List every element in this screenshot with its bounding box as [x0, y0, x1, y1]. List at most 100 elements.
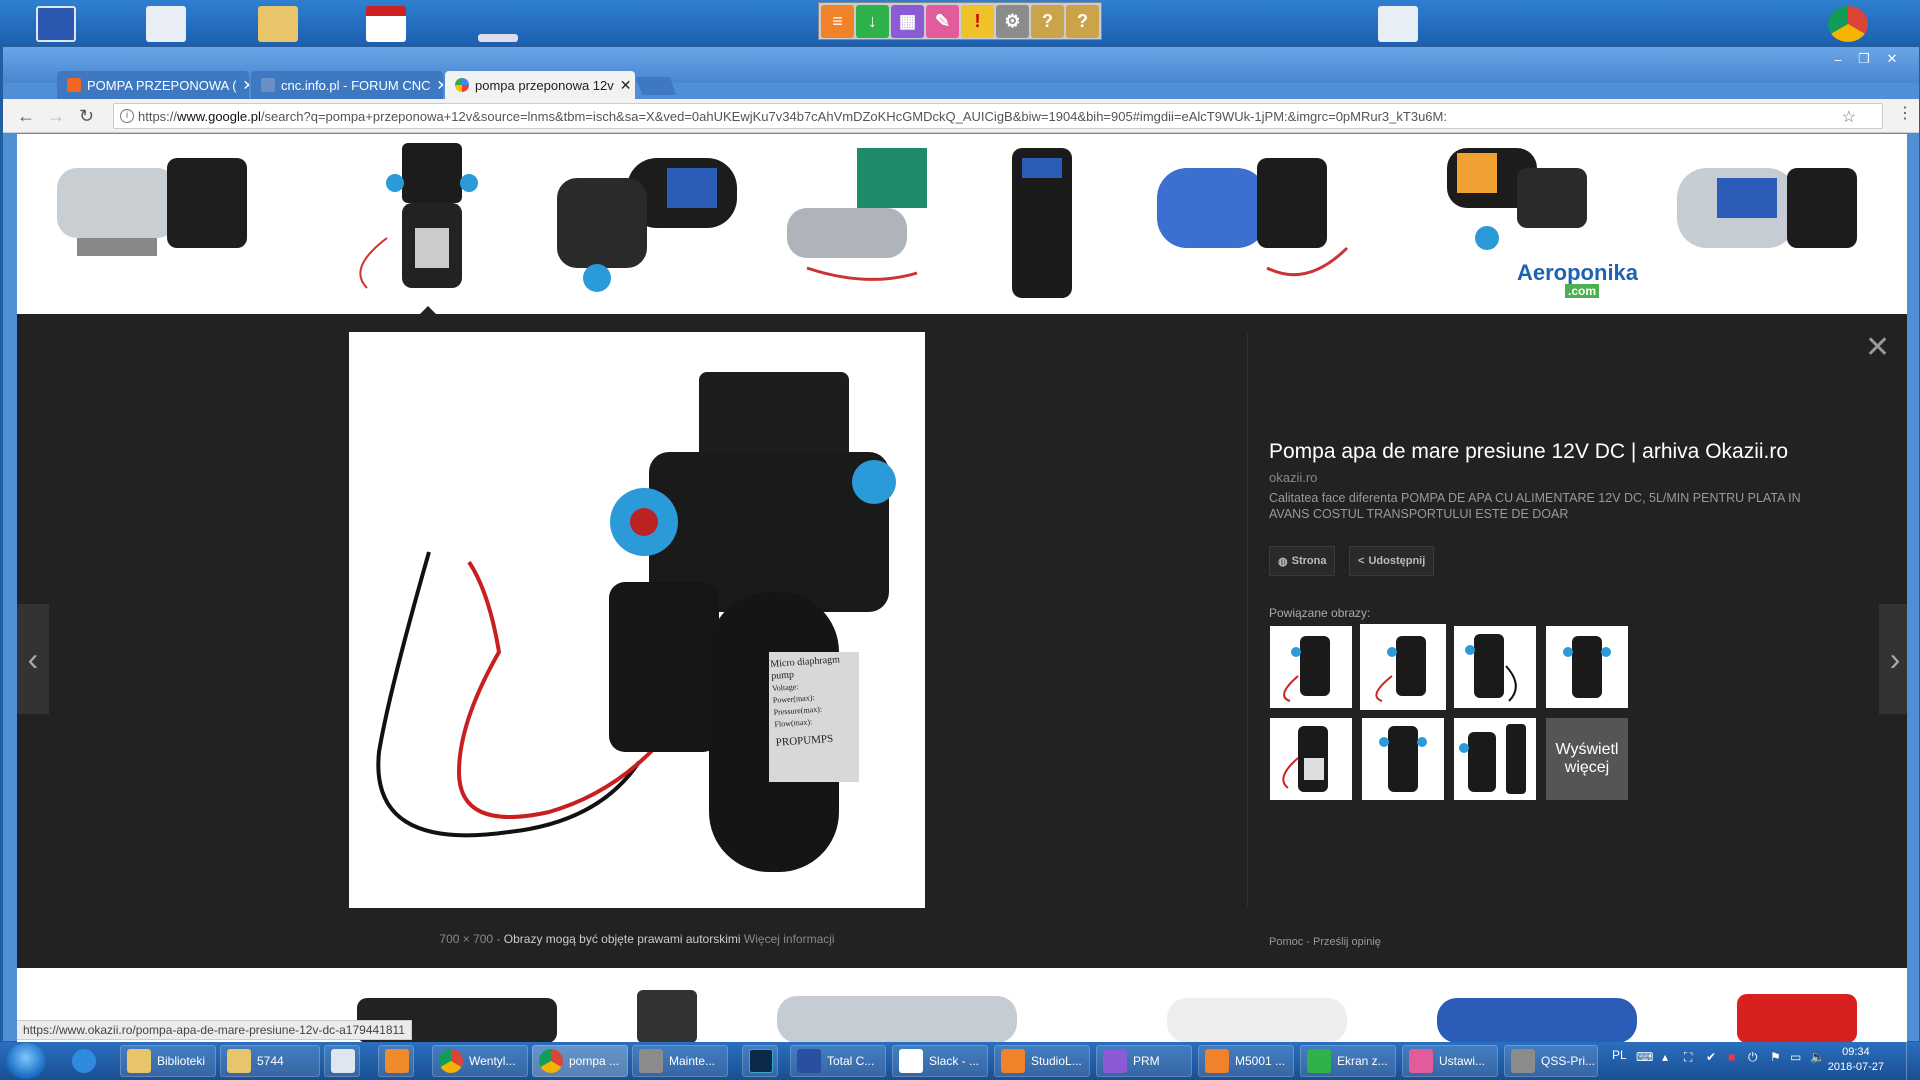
forward-icon[interactable]: →: [47, 106, 65, 127]
taskbar-item-slack[interactable]: Slack - ...: [892, 1045, 988, 1077]
related-image[interactable]: [1270, 626, 1352, 708]
burger-icon[interactable]: ≡: [821, 5, 854, 38]
taskbar-item-maintenance[interactable]: Mainte...: [632, 1045, 728, 1077]
show-desktop-button[interactable]: [1906, 1042, 1920, 1080]
next-image-button[interactable]: ›: [1879, 604, 1907, 714]
result-thumb-5[interactable]: [987, 138, 1097, 306]
help2-icon[interactable]: ?: [1066, 5, 1099, 38]
info-icon[interactable]: i: [120, 109, 134, 123]
notes-icon[interactable]: [1378, 6, 1418, 42]
volume-icon[interactable]: 🔈: [1810, 1050, 1825, 1064]
grid-icon[interactable]: ▦: [891, 5, 924, 38]
wrench-icon[interactable]: ✎: [926, 5, 959, 38]
more-info-link[interactable]: Więcej informacji: [744, 932, 835, 946]
taskbar-item-media[interactable]: [378, 1045, 414, 1077]
tools-icon[interactable]: ⚙: [996, 5, 1029, 38]
shortcut-icon[interactable]: [478, 34, 518, 42]
taskbar-item-ekran[interactable]: Ekran z...: [1300, 1045, 1396, 1077]
related-image[interactable]: [1546, 626, 1628, 708]
tools-icon: [1511, 1049, 1535, 1073]
taskbar-item-studiol[interactable]: StudioL...: [994, 1045, 1090, 1077]
start-button[interactable]: [6, 1043, 46, 1079]
close-viewer-icon[interactable]: ✕: [1865, 330, 1890, 365]
maximize-button[interactable]: ❐: [1851, 51, 1877, 67]
security-icon[interactable]: ✔: [1706, 1050, 1716, 1064]
result-thumb-6[interactable]: [1147, 138, 1367, 306]
monitor-icon[interactable]: ▭: [1790, 1050, 1801, 1064]
taskbar-item-libraries[interactable]: Biblioteki: [120, 1045, 216, 1077]
image-description: Calitatea face diferenta POMPA DE APA CU…: [1269, 491, 1801, 521]
tab-okazii[interactable]: POMPA PRZEPONOWA ( ✕: [57, 71, 249, 99]
brand-text: Aeroponika: [1517, 260, 1639, 285]
tab-cnc-forum[interactable]: cnc.info.pl - FORUM CNC ✕: [251, 71, 443, 99]
minimize-button[interactable]: –: [1825, 51, 1851, 67]
taskbar-item-m5001[interactable]: M5001 ...: [1198, 1045, 1294, 1077]
reload-icon[interactable]: ↻: [79, 106, 94, 127]
network-icon[interactable]: ⛶: [1684, 1050, 1692, 1065]
close-tab-icon[interactable]: ✕: [243, 77, 249, 94]
close-window-button[interactable]: ✕: [1879, 51, 1905, 67]
view-more-button[interactable]: Wyświetl więcej: [1546, 718, 1628, 800]
taskbar-item-photoshop[interactable]: [742, 1045, 778, 1077]
folder-icon[interactable]: [258, 6, 298, 42]
help-link[interactable]: Pomoc: [1269, 936, 1303, 948]
feedback-link[interactable]: Prześlij opinię: [1313, 936, 1381, 948]
result-thumb-8[interactable]: [1657, 138, 1897, 306]
taskbar-item-prm[interactable]: PRM: [1096, 1045, 1192, 1077]
pdf-icon[interactable]: [366, 6, 406, 42]
antivirus-icon[interactable]: ■: [1728, 1050, 1735, 1064]
computer-icon[interactable]: [36, 6, 76, 42]
taskbar-item-chrome-pompa[interactable]: pompa ...: [532, 1045, 628, 1077]
power-icon[interactable]: ⏻: [1748, 1050, 1758, 1065]
chrome-icon[interactable]: [1828, 6, 1868, 42]
share-button[interactable]: < Udostępnij: [1349, 546, 1435, 576]
visit-button[interactable]: ◍ Strona: [1269, 546, 1336, 576]
clock[interactable]: 09:34 2018-07-27: [1828, 1045, 1884, 1075]
calculator-icon[interactable]: [146, 6, 186, 42]
taskbar-item-5744[interactable]: 5744: [220, 1045, 320, 1077]
result-thumb-1[interactable]: [37, 138, 277, 306]
keyboard-icon[interactable]: ⌨: [1636, 1050, 1653, 1064]
close-tab-icon[interactable]: ✕: [437, 77, 443, 94]
taskbar-item-qss[interactable]: QSS-Pri...: [1504, 1045, 1598, 1077]
folder-icon: [127, 1049, 151, 1073]
related-image[interactable]: [1454, 626, 1536, 708]
globe-icon: ◍: [1278, 555, 1288, 568]
language-indicator[interactable]: PL: [1612, 1048, 1627, 1062]
quick-launch-toolbar: ≡ ↓ ▦ ✎ ! ⚙ ? ?: [818, 2, 1102, 40]
close-tab-icon[interactable]: ✕: [620, 77, 632, 94]
alert-icon[interactable]: !: [961, 5, 994, 38]
browser-window: – ❐ ✕ POMPA PRZEPONOWA ( ✕ cnc.info.pl -…: [2, 46, 1920, 1043]
help-icon[interactable]: ?: [1031, 5, 1064, 38]
taskbar-item-total-commander[interactable]: Total C...: [790, 1045, 886, 1077]
image-title[interactable]: Pompa apa de mare presiune 12V DC | arhi…: [1269, 440, 1788, 464]
result-thumb-2[interactable]: [347, 138, 517, 306]
new-tab-button[interactable]: [635, 77, 677, 95]
back-icon[interactable]: ←: [17, 106, 35, 127]
folder-icon: [227, 1049, 251, 1073]
bookmark-star-icon[interactable]: ☆: [1842, 107, 1856, 127]
address-bar[interactable]: i https://www.google.pl/search?q=pompa+p…: [113, 103, 1883, 129]
selected-pointer: [420, 306, 436, 314]
menu-icon[interactable]: ⋮: [1897, 103, 1913, 123]
taskbar-item-chrome-wentyl[interactable]: Wentyl...: [432, 1045, 528, 1077]
related-image[interactable]: [1454, 718, 1536, 800]
burger-icon: [1205, 1049, 1229, 1073]
related-image-selected[interactable]: [1360, 624, 1446, 710]
tab-google-images[interactable]: pompa przeponowa 12v ✕: [445, 71, 635, 99]
image-site[interactable]: okazii.ro: [1269, 470, 1317, 485]
result-thumb-7[interactable]: Aeroponika .com: [1387, 138, 1638, 306]
taskbar-item-calculator[interactable]: [324, 1045, 360, 1077]
taskbar-item-ustawienia[interactable]: Ustawi...: [1402, 1045, 1498, 1077]
slack-icon: [899, 1049, 923, 1073]
related-image[interactable]: [1362, 718, 1444, 800]
flag-icon[interactable]: ⚑: [1770, 1050, 1781, 1064]
show-hidden-icon[interactable]: ▴: [1662, 1050, 1668, 1064]
prev-image-button[interactable]: ‹: [17, 604, 49, 714]
related-image[interactable]: [1270, 718, 1352, 800]
ie-icon[interactable]: [72, 1049, 96, 1073]
main-image[interactable]: [349, 332, 925, 908]
result-thumb-3[interactable]: [537, 138, 757, 306]
result-thumb-4[interactable]: [767, 138, 947, 306]
download-icon[interactable]: ↓: [856, 5, 889, 38]
